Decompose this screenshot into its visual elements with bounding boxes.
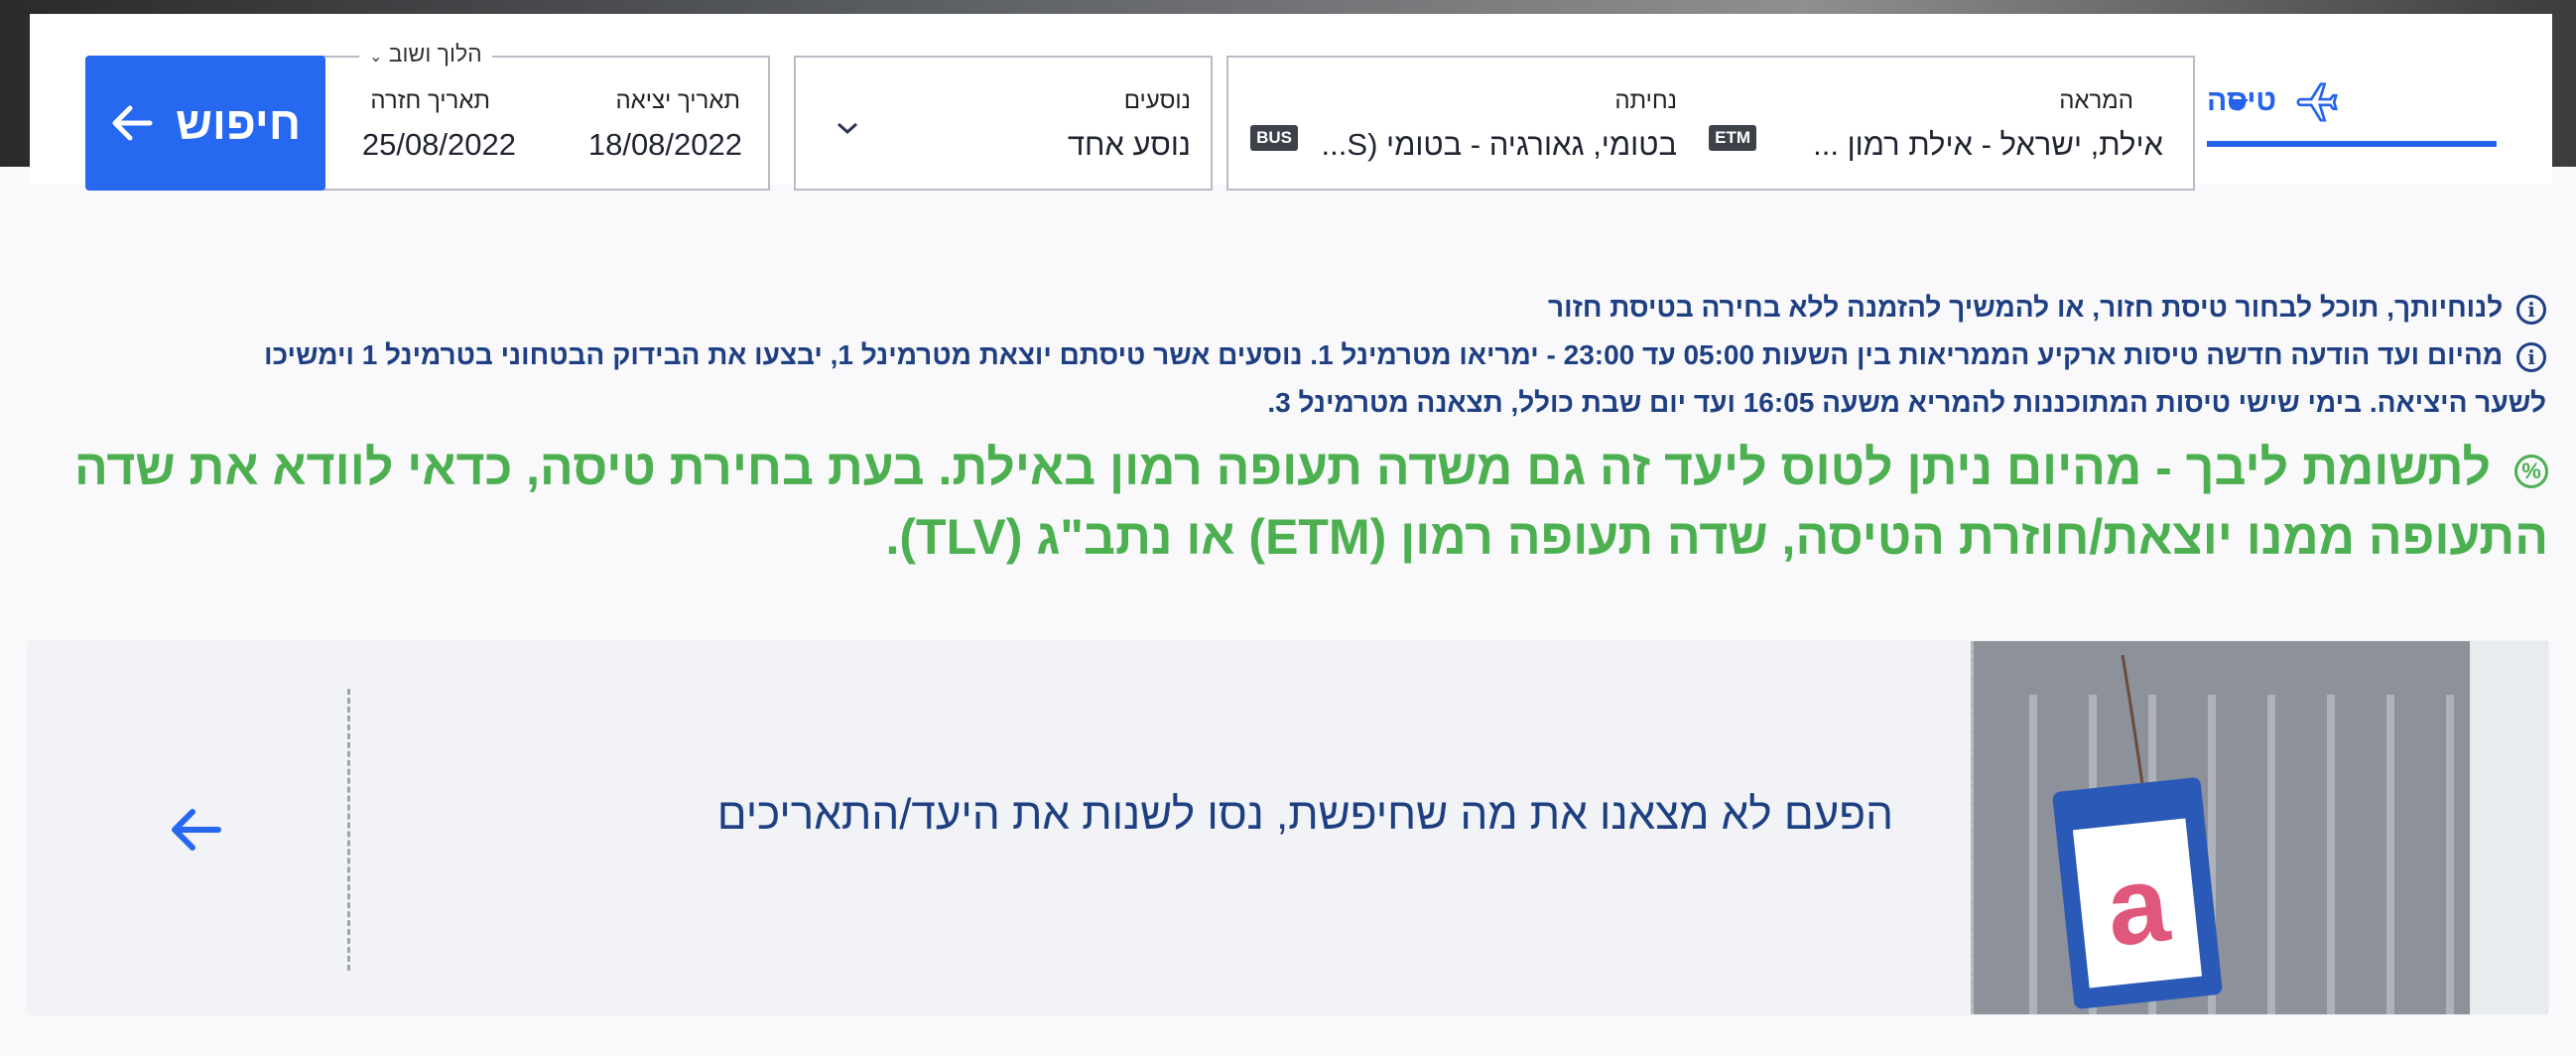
no-results-message: הפעם לא מצאנו את מה שחיפשת, נסו לשנות את… <box>716 790 1893 839</box>
round-trip-toggle[interactable]: הלוך ושוב ⌄ <box>359 41 492 67</box>
search-bar: טיסה המראה אילת, ישראל - אילת רמון ... E… <box>30 14 2552 191</box>
airplane-icon <box>2296 82 2338 122</box>
percent-badge-icon: % <box>2514 454 2548 488</box>
chevron-down-icon[interactable] <box>836 119 859 137</box>
suitcase-image: a <box>1971 641 2548 1014</box>
notice-return-flight: i לנוחיותך, תוכל לבחור טיסת חזור, או להמ… <box>1548 284 2546 331</box>
arrow-left-icon <box>112 105 153 141</box>
origin-label: המראה <box>2059 87 2133 114</box>
origin-value[interactable]: אילת, ישראל - אילת רמון ... <box>1813 127 2163 163</box>
info-icon: i <box>2516 294 2546 325</box>
destination-label: נחיתה <box>1614 87 1677 114</box>
destination-value[interactable]: בטומי, גאורגיה - בטומי (S... <box>1322 127 1677 163</box>
arrow-left-icon[interactable] <box>167 800 226 859</box>
round-trip-label: הלוך ושוב <box>388 41 482 66</box>
passengers-field[interactable]: נוסעים נוסע אחד <box>794 56 1213 191</box>
departure-date[interactable]: 18/08/2022 <box>588 127 742 163</box>
notice-terminal-continued: לשער היציאה. בימי שישי טיסות המתוכננות ל… <box>1267 379 2546 427</box>
passengers-label: נוסעים <box>1123 87 1191 114</box>
origin-code-badge: ETM <box>1709 125 1756 151</box>
caret-down-icon[interactable] <box>2229 99 2249 111</box>
return-date[interactable]: 25/08/2022 <box>362 127 516 163</box>
search-button[interactable]: חיפוש <box>85 56 325 191</box>
passengers-value: נוסע אחד <box>1067 127 1191 162</box>
promo-message: % לתשומת ליבך - מהיום ניתן לטוס ליעד זה … <box>28 433 2548 572</box>
chevron-down-small-icon: ⌄ <box>369 49 383 66</box>
notice-text: לנוחיותך, תוכל לבחור טיסת חזור, או להמשי… <box>1548 292 2504 323</box>
notice-text: לשער היציאה. בימי שישי טיסות המתוכננות ל… <box>1267 387 2546 418</box>
search-button-label: חיפוש <box>175 97 302 149</box>
info-icon: i <box>2516 341 2546 372</box>
dates-field[interactable]: תאריך יציאה 18/08/2022 תאריך חזרה 25/08/… <box>320 56 770 191</box>
notice-terminal: i מהיום ועד הודעה חדשה טיסות ארקיע הממרי… <box>264 331 2546 379</box>
destination-code-badge: BUS <box>1250 125 1298 151</box>
return-label: תאריך חזרה <box>370 87 490 114</box>
suitcase-illustration: a <box>1974 641 2548 1014</box>
origin-destination-field[interactable]: המראה אילת, ישראל - אילת רמון ... ETM נח… <box>1226 56 2195 191</box>
promo-line-1: לתשומת ליבך - מהיום ניתן לטוס ליעד זה גם… <box>74 440 2492 495</box>
dashed-divider <box>347 689 350 971</box>
promo-line-2: התעופה ממנו יוצאת/חוזרת הטיסה, שדה תעופה… <box>885 509 2549 565</box>
departure-label: תאריך יציאה <box>615 87 740 114</box>
tab-trip-type[interactable]: טיסה <box>2207 62 2497 147</box>
no-results-card: a הפעם לא מצאנו את מה שחיפשת, נסו לשנות … <box>28 641 2548 1014</box>
notice-text: מהיום ועד הודעה חדשה טיסות ארקיע הממריאו… <box>264 339 2504 370</box>
